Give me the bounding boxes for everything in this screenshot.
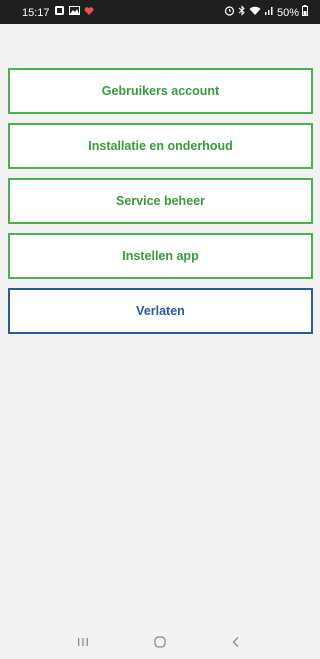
back-icon[interactable] xyxy=(216,629,256,655)
signal-icon xyxy=(264,6,274,20)
status-left: 15:17 xyxy=(22,5,94,20)
user-account-label: Gebruikers account xyxy=(101,84,220,98)
service-management-label: Service beheer xyxy=(116,194,205,208)
app-settings-button[interactable]: Instellen app xyxy=(8,233,313,279)
app-settings-label: Instellen app xyxy=(122,249,199,263)
navigation-bar xyxy=(0,625,320,659)
bluetooth-icon xyxy=(238,5,246,20)
main-menu: Gebruikers account Installatie en onderh… xyxy=(8,68,313,343)
notification-icon xyxy=(54,5,65,20)
service-management-button[interactable]: Service beheer xyxy=(8,178,313,224)
battery-icon xyxy=(302,5,308,20)
heart-icon xyxy=(84,6,94,20)
user-account-button[interactable]: Gebruikers account xyxy=(8,68,313,114)
status-bar: 15:17 50% xyxy=(0,0,320,24)
exit-label: Verlaten xyxy=(136,304,185,318)
home-icon[interactable] xyxy=(140,629,180,655)
alarm-icon xyxy=(224,5,235,20)
image-icon xyxy=(68,5,80,20)
status-time: 15:17 xyxy=(22,6,50,19)
installation-maintenance-button[interactable]: Installatie en onderhoud xyxy=(8,123,313,169)
status-right: 50% xyxy=(224,5,308,20)
installation-maintenance-label: Installatie en onderhoud xyxy=(88,139,233,153)
recent-apps-icon[interactable] xyxy=(63,629,103,655)
wifi-icon xyxy=(249,6,261,20)
battery-percent: 50% xyxy=(276,6,299,19)
exit-button[interactable]: Verlaten xyxy=(8,288,313,334)
